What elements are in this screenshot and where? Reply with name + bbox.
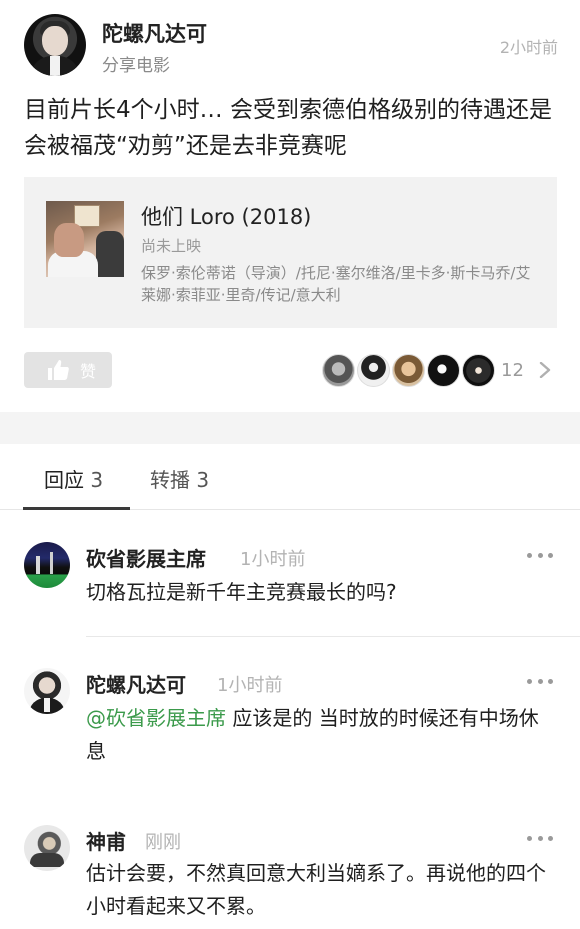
active-tab-indicator [23,507,130,510]
avatar-detail [30,853,64,867]
movie-poster [46,201,124,277]
avatar-detail [36,556,40,574]
mention-link[interactable]: @砍省影展主席 [86,706,226,730]
like-label: 赞 [80,362,97,381]
commenter-name[interactable]: 砍省影展主席 [86,543,206,572]
tab-bar: 回应 3 转播 3 [0,444,580,510]
section-divider [0,412,580,444]
avatar-detail [50,552,53,574]
poster-face [54,223,84,257]
like-button[interactable]: 赞 [24,352,112,388]
movie-card[interactable]: 他们 Loro (2018) 尚未上映 保罗·索伦蒂诺（导演）/托尼·塞尔维洛/… [24,177,557,328]
post-time: 2小时前 [499,38,558,57]
liker-avatar[interactable] [462,353,495,387]
author-avatar[interactable] [24,14,86,76]
movie-title: 他们 Loro (2018) [141,205,312,229]
comment-divider [86,636,580,637]
tab-reposts[interactable]: 转播 3 [150,464,209,493]
movie-status: 尚未上映 [141,237,202,255]
comment-time: 1小时前 [240,549,306,570]
comment-time: 1小时前 [217,675,283,696]
tab-replies-label: 回应 [44,468,84,492]
commenter-avatar[interactable] [24,825,70,871]
avatar-face [42,26,68,56]
comment-text: @砍省影展主席 应该是的 当时放的时候还有中场休息 [86,702,556,768]
comment-text: 估计会要，不然真回意大利当嫡系了。再说他的四个小时看起来又不累。 [86,861,546,918]
post-text: 目前片长4个小时… 会受到索德伯格级别的待遇还是会被福茂“劝剪”还是去非竞赛呢 [24,97,552,159]
chevron-right-icon[interactable] [538,362,552,378]
movie-meta: 保罗·索伦蒂诺（导演）/托尼·塞尔维洛/里卡多·斯卡马乔/艾莱娜·索菲亚·里奇/… [141,264,531,304]
liker-avatar[interactable] [392,353,425,387]
tab-reposts-label: 转播 [150,468,190,492]
liker-avatar[interactable] [427,353,460,387]
poster-clapboard [74,205,100,227]
author-name[interactable]: 陀螺凡达可 [102,18,207,48]
liker-avatar[interactable] [357,353,390,387]
avatar-shirt [44,698,50,712]
like-count[interactable]: 12 [501,360,524,381]
more-options-icon[interactable] [527,677,553,685]
tab-replies-count: 3 [90,468,104,492]
more-options-icon[interactable] [527,834,553,842]
commenter-name[interactable]: 神甫 [86,826,126,855]
more-options-icon[interactable] [527,551,553,559]
comment-time: 刚刚 [145,832,181,853]
likers-avatars[interactable] [322,353,497,387]
post-header: 陀螺凡达可 分享电影 2小时前 [24,14,560,76]
tab-reposts-count: 3 [196,468,210,492]
commenter-avatar[interactable] [24,542,70,588]
comment-text: 切格瓦拉是新千年主竞赛最长的吗? [86,580,397,604]
avatar-shirt [50,56,60,76]
liker-avatar[interactable] [322,353,355,387]
tab-replies[interactable]: 回应 3 [44,464,103,493]
thumbs-up-icon [48,360,69,380]
commenter-name[interactable]: 陀螺凡达可 [86,669,186,698]
commenter-avatar[interactable] [24,668,70,714]
author-subtitle: 分享电影 [102,56,170,76]
poster-figure [96,231,124,277]
